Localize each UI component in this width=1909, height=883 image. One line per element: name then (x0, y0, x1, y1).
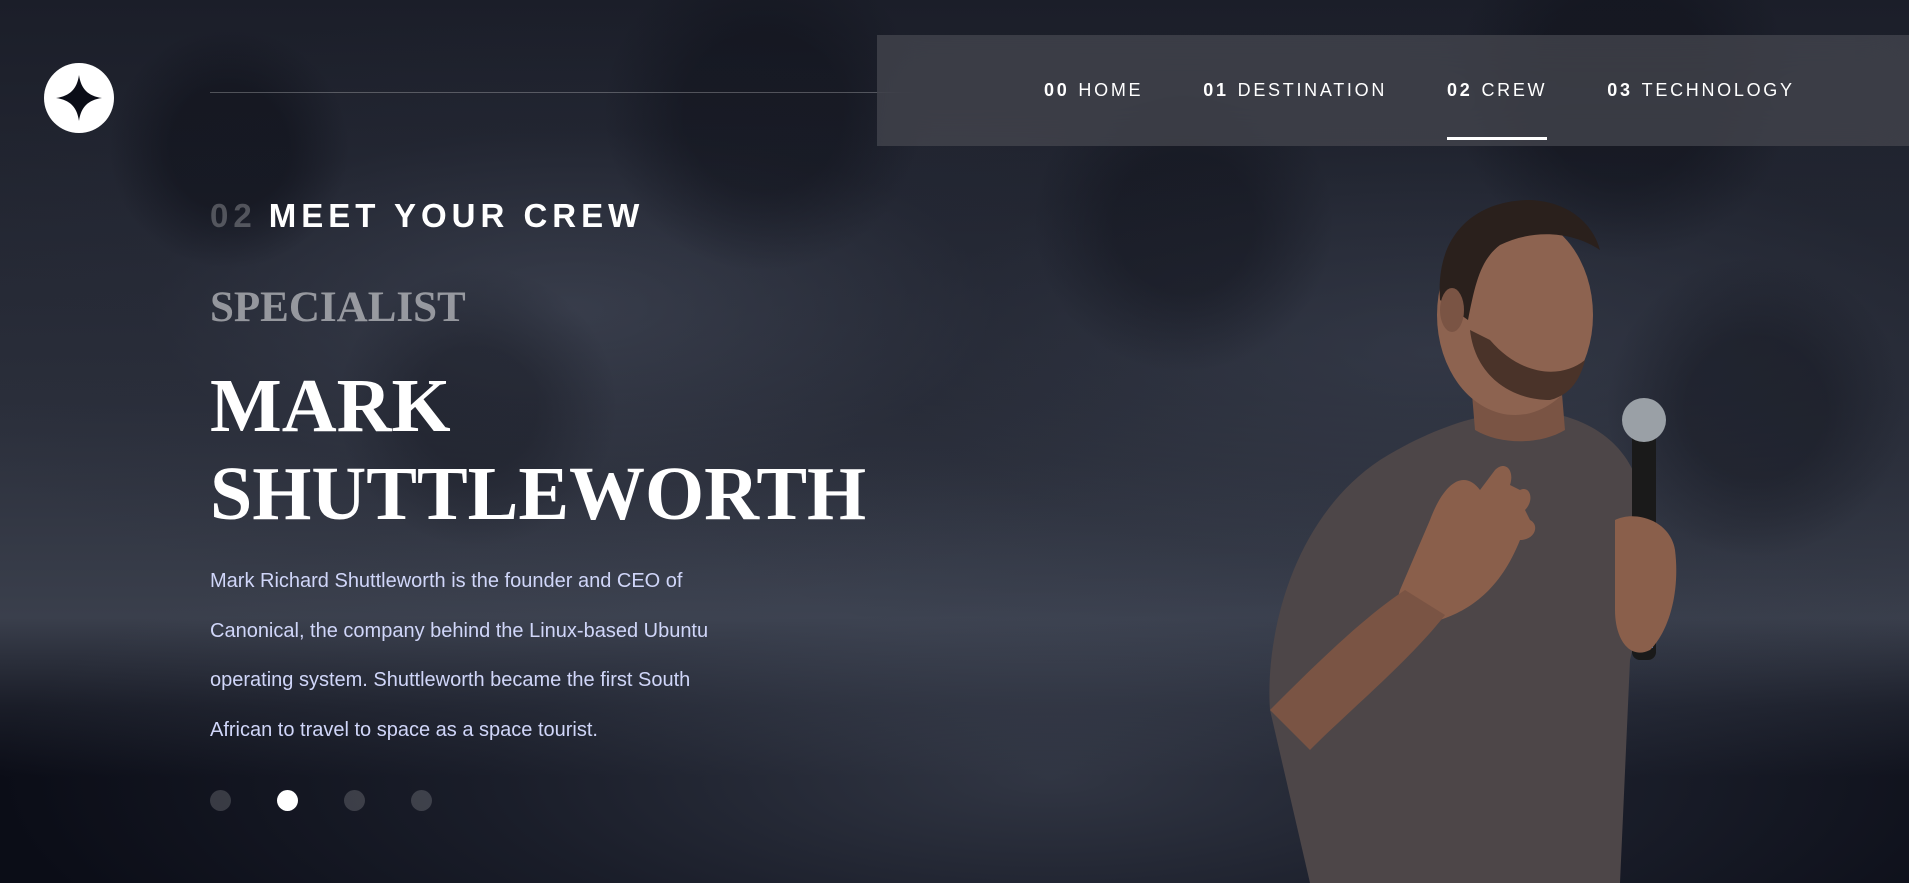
crew-role: SPECIALIST (210, 284, 466, 331)
header-divider (210, 92, 918, 93)
crew-portrait-image (1269, 200, 1677, 883)
nav-technology[interactable]: 03 TECHNOLOGY (1607, 35, 1794, 146)
page-eyebrow: 02 MEET YOUR CREW (210, 197, 644, 235)
nav-home[interactable]: 00 HOME (1044, 35, 1143, 146)
eyebrow-label: MEET YOUR CREW (268, 197, 645, 234)
nav-label: DESTINATION (1237, 80, 1388, 100)
nav-number: 01 (1203, 80, 1229, 100)
carousel-dot[interactable] (411, 790, 432, 811)
main-nav: 00 HOME 01 DESTINATION 02 CREW 03 TECHNO… (877, 35, 1909, 146)
nav-label: TECHNOLOGY (1641, 80, 1795, 100)
carousel-dot[interactable] (344, 790, 365, 811)
carousel-dot[interactable] (210, 790, 231, 811)
crew-bio: Mark Richard Shuttleworth is the founder… (210, 570, 709, 741)
eyebrow-number: 02 (210, 197, 257, 234)
logo[interactable] (44, 63, 114, 133)
crew-name: MARK SHUTTLEWORTH (210, 364, 867, 536)
carousel-dot-active[interactable] (277, 790, 298, 811)
nav-number: 00 (1044, 80, 1070, 100)
nav-label: HOME (1078, 80, 1144, 100)
nav-label: CREW (1481, 80, 1548, 100)
nav-destination[interactable]: 01 DESTINATION (1203, 35, 1387, 146)
crew-carousel-dots (210, 790, 432, 811)
star-icon (56, 75, 102, 121)
nav-number: 02 (1447, 80, 1473, 100)
nav-crew[interactable]: 02 CREW (1447, 35, 1548, 146)
nav-number: 03 (1607, 80, 1633, 100)
